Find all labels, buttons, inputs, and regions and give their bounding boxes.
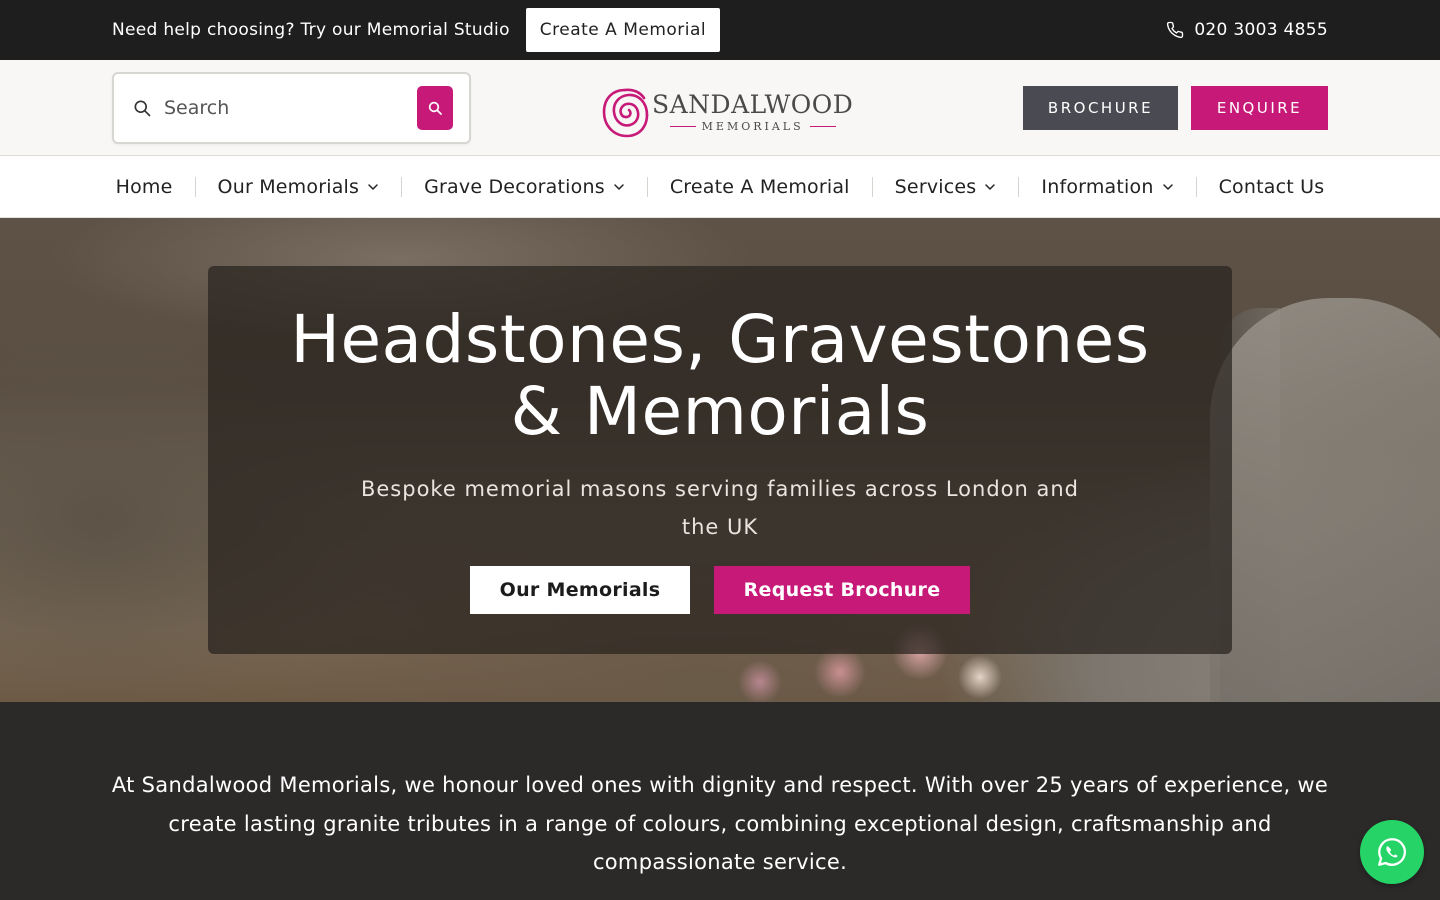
- site-header: SANDALWOOD MEMORIALS BROCHURE ENQUIRE: [0, 60, 1440, 156]
- search-box: [112, 71, 471, 144]
- nav-item-information[interactable]: Information: [1019, 176, 1195, 198]
- nav-item-create-a-memorial[interactable]: Create A Memorial: [648, 176, 872, 198]
- search-submit-icon: [428, 101, 442, 115]
- search-icon: [134, 100, 151, 116]
- logo-brand-text: SANDALWOOD: [652, 89, 854, 119]
- search-input[interactable]: [164, 96, 417, 119]
- logo-wordmark: SANDALWOOD MEMORIALS: [652, 92, 853, 133]
- phone-number: 020 3003 4855: [1194, 20, 1328, 40]
- memorial-studio-text: Need help choosing? Try our Memorial Stu…: [112, 20, 510, 40]
- site-logo[interactable]: SANDALWOOD MEMORIALS: [600, 84, 853, 140]
- phone-link[interactable]: 020 3003 4855: [1166, 20, 1328, 40]
- hero-title-line-1: Headstones, Gravestones: [290, 301, 1150, 378]
- hero-panel: Headstones, Gravestones & Memorials Besp…: [208, 266, 1232, 654]
- main-nav: Home Our Memorials Grave Decorations Cre…: [0, 156, 1440, 218]
- our-memorials-button[interactable]: Our Memorials: [470, 566, 690, 614]
- phone-icon: [1167, 21, 1184, 39]
- hero-background-headstone: [1210, 298, 1440, 702]
- nav-item-services[interactable]: Services: [873, 176, 1019, 198]
- whatsapp-icon: [1378, 838, 1407, 866]
- nav-item-grave-decorations[interactable]: Grave Decorations: [402, 176, 647, 198]
- nav-item-home[interactable]: Home: [94, 176, 195, 198]
- logo-rule-left: [669, 125, 696, 127]
- hero-section: Headstones, Gravestones & Memorials Besp…: [0, 218, 1440, 702]
- whatsapp-button[interactable]: [1360, 820, 1424, 884]
- nav-item-label: Services: [894, 175, 977, 198]
- nav-item-label: Home: [115, 175, 173, 198]
- nav-item-label: Information: [1041, 175, 1154, 198]
- search-submit-button[interactable]: [417, 85, 453, 130]
- create-memorial-top-button[interactable]: Create A Memorial: [525, 8, 721, 52]
- chevron-down-icon: [985, 183, 996, 190]
- logo-sub-text: MEMORIALS: [701, 119, 804, 133]
- nav-item-label: Create A Memorial: [669, 175, 850, 198]
- chevron-down-icon: [368, 183, 378, 190]
- nav-item-label: Contact Us: [1218, 175, 1325, 198]
- nav-item-label: Grave Decorations: [424, 175, 605, 198]
- request-brochure-button[interactable]: Request Brochure: [714, 566, 970, 614]
- hero-subtitle: Bespoke memorial masons serving families…: [360, 477, 1079, 539]
- intro-text: At Sandalwood Memorials, we honour loved…: [111, 773, 1329, 874]
- intro-section: At Sandalwood Memorials, we honour loved…: [0, 702, 1440, 900]
- logo-subtitle: MEMORIALS: [669, 119, 836, 133]
- header-buttons: BROCHURE ENQUIRE: [1023, 85, 1328, 130]
- nav-item-label: Our Memorials: [217, 175, 360, 198]
- chevron-down-icon: [614, 183, 624, 190]
- top-bar: Need help choosing? Try our Memorial Stu…: [0, 0, 1440, 60]
- rose-logo-icon: [602, 88, 649, 138]
- enquire-button[interactable]: ENQUIRE: [1191, 85, 1328, 130]
- nav-item-our-memorials[interactable]: Our Memorials: [196, 176, 402, 198]
- hero-title-line-2: & Memorials: [510, 373, 930, 450]
- hero-title: Headstones, Gravestones & Memorials: [290, 304, 1149, 448]
- chevron-down-icon: [1162, 183, 1173, 190]
- hero-buttons: Our Memorials Request Brochure: [470, 566, 970, 614]
- logo-rule-right: [809, 125, 836, 127]
- brochure-button[interactable]: BROCHURE: [1023, 85, 1178, 130]
- nav-item-contact-us[interactable]: Contact Us: [1197, 176, 1347, 198]
